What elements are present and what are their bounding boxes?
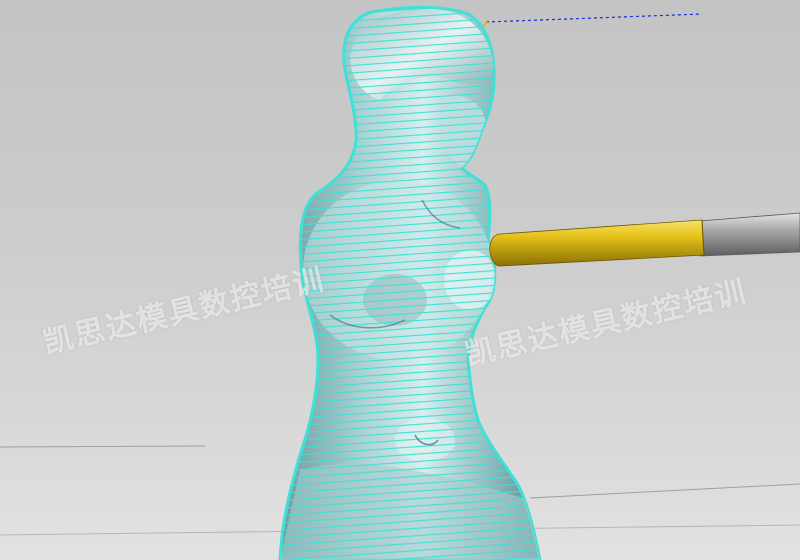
rapid-move-path [481, 13, 703, 29]
cutting-tool[interactable] [489, 212, 800, 267]
cam-3d-viewport[interactable]: 凯思达模具数控培训 凯思达模具数控培训 [0, 0, 800, 560]
